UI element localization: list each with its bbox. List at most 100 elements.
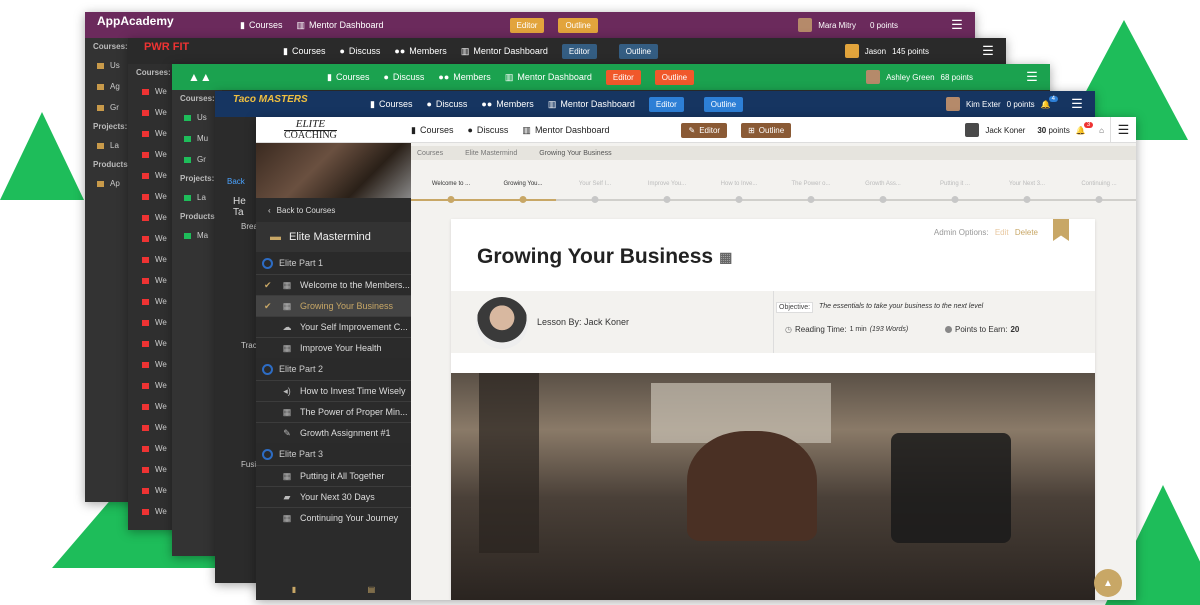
- bookmark-icon[interactable]: [1053, 219, 1069, 241]
- step-label[interactable]: Your Next 3...: [1009, 181, 1045, 187]
- list-item[interactable]: We: [128, 480, 176, 501]
- step-dot[interactable]: [879, 196, 887, 203]
- list-item[interactable]: We: [128, 333, 176, 354]
- lesson-item[interactable]: ✔ ▦ Growing Your Business: [256, 295, 411, 316]
- delete-link[interactable]: Delete: [1015, 228, 1038, 237]
- nav-discuss[interactable]: ● Discuss: [467, 125, 508, 135]
- nav-mentor-dashboard[interactable]: ▥ Mentor Dashboard: [505, 72, 592, 83]
- outline-button[interactable]: ⊞ Outline: [741, 122, 792, 138]
- nav-members[interactable]: ●● Members: [394, 46, 446, 56]
- lesson-item[interactable]: ▦ Putting it All Together: [256, 465, 411, 486]
- section-header[interactable]: Elite Part 2: [256, 358, 411, 380]
- logo[interactable]: Taco MASTERS: [233, 94, 308, 105]
- menu-icon[interactable]: ☰: [1064, 91, 1090, 117]
- step-dot[interactable]: [663, 196, 671, 203]
- list-item[interactable]: We: [128, 312, 176, 333]
- breadcrumb-item[interactable]: Elite Mastermind: [465, 150, 517, 157]
- step-dot[interactable]: [1023, 196, 1031, 203]
- avatar[interactable]: [798, 18, 813, 32]
- nav-courses[interactable]: ▮ Courses: [411, 125, 453, 136]
- nav-courses[interactable]: ▮ Courses: [283, 46, 325, 57]
- step-dot[interactable]: [807, 196, 815, 203]
- nav-mentor-dashboard[interactable]: ▥ Mentor Dashboard: [548, 99, 635, 110]
- lesson-item[interactable]: ✎ Growth Assignment #1: [256, 422, 411, 443]
- nav-members[interactable]: ●● Members: [438, 72, 490, 82]
- nav-members[interactable]: ●● Members: [481, 99, 533, 109]
- list-item[interactable]: We: [128, 291, 176, 312]
- list-item[interactable]: We: [128, 144, 176, 165]
- step-dot[interactable]: [1095, 196, 1103, 203]
- list-item[interactable]: We: [128, 417, 176, 438]
- nav-courses[interactable]: ▮ Courses: [240, 20, 282, 31]
- menu-icon[interactable]: ☰: [944, 12, 970, 38]
- step-dot[interactable]: [519, 196, 527, 203]
- nav-mentor-dashboard[interactable]: ▥ Mentor Dashboard: [296, 20, 383, 31]
- step-label[interactable]: Growth Ass...: [865, 181, 901, 187]
- avatar[interactable]: [844, 44, 859, 58]
- back-to-courses[interactable]: ‹ Back to Courses: [256, 198, 411, 222]
- lesson-item[interactable]: ▦ Continuing Your Journey: [256, 507, 411, 528]
- list-item[interactable]: We: [128, 102, 176, 123]
- outline-button[interactable]: Outline: [703, 96, 744, 112]
- nav-courses[interactable]: ▮ Courses: [370, 99, 412, 110]
- list-item[interactable]: We: [128, 396, 176, 417]
- nav-discuss[interactable]: ● Discuss: [339, 46, 380, 56]
- step-label[interactable]: Putting it ...: [940, 181, 970, 187]
- nav-courses[interactable]: ▮ Courses: [327, 72, 369, 83]
- outline-button[interactable]: Outline: [654, 69, 695, 85]
- editor-button[interactable]: Editor: [605, 69, 641, 85]
- step-label[interactable]: Welcome to ...: [432, 181, 470, 187]
- step-dot[interactable]: [447, 196, 455, 203]
- editor-button[interactable]: Editor: [648, 96, 684, 112]
- step-label[interactable]: Growing You...: [503, 181, 542, 187]
- lesson-item[interactable]: ☁ Your Self Improvement C...: [256, 316, 411, 337]
- list-item[interactable]: We: [128, 438, 176, 459]
- step-dot[interactable]: [591, 196, 599, 203]
- editor-button[interactable]: Editor: [561, 43, 597, 59]
- inbox-icon[interactable]: ⌂: [1099, 126, 1104, 135]
- back-link[interactable]: Back: [215, 117, 259, 186]
- list-item[interactable]: We: [128, 459, 176, 480]
- section-header[interactable]: Elite Part 1: [256, 252, 411, 274]
- step-dot[interactable]: [951, 196, 959, 203]
- edit-link[interactable]: Edit: [995, 228, 1009, 237]
- notes-icon[interactable]: ▤: [368, 585, 376, 594]
- scroll-top-button[interactable]: ▲: [1094, 569, 1122, 597]
- menu-icon[interactable]: ☰: [1019, 64, 1045, 90]
- list-item[interactable]: We: [128, 375, 176, 396]
- lesson-item[interactable]: ▰ Your Next 30 Days: [256, 486, 411, 507]
- step-label[interactable]: Continuing ...: [1081, 181, 1116, 187]
- nav-mentor-dashboard[interactable]: ▥ Mentor Dashboard: [522, 125, 609, 136]
- logo[interactable]: ELITE COACHING: [284, 119, 337, 141]
- menu-icon[interactable]: ☰: [975, 38, 1001, 64]
- menu-icon[interactable]: ☰: [1110, 117, 1136, 143]
- step-label[interactable]: Improve You...: [648, 181, 686, 187]
- outline-button[interactable]: Outline: [558, 17, 598, 33]
- nav-discuss[interactable]: ● Discuss: [426, 99, 467, 109]
- lesson-item[interactable]: ▦ The Power of Proper Min...: [256, 401, 411, 422]
- logo[interactable]: PWR FIT: [144, 41, 189, 53]
- list-item[interactable]: We: [128, 249, 176, 270]
- nav-discuss[interactable]: ● Discuss: [383, 72, 424, 82]
- list-item[interactable]: We: [128, 207, 176, 228]
- list-item[interactable]: We: [128, 186, 176, 207]
- list-item[interactable]: We: [128, 165, 176, 186]
- list-item[interactable]: We: [128, 123, 176, 144]
- editor-button[interactable]: Editor: [509, 17, 545, 33]
- step-label[interactable]: Your Self I...: [579, 181, 611, 187]
- lesson-video[interactable]: [451, 373, 1095, 600]
- bookmark-icon[interactable]: ▮: [292, 585, 296, 594]
- section-header[interactable]: Elite Part 3: [256, 443, 411, 465]
- avatar[interactable]: [945, 97, 960, 111]
- list-item[interactable]: We: [128, 354, 176, 375]
- editor-button[interactable]: ✎ Editor: [681, 122, 728, 138]
- step-label[interactable]: How to Inve...: [721, 181, 758, 187]
- lesson-item[interactable]: ▦ Improve Your Health: [256, 337, 411, 358]
- outline-button[interactable]: Outline: [618, 43, 659, 59]
- list-item[interactable]: We: [128, 81, 176, 102]
- list-item[interactable]: We: [128, 228, 176, 249]
- lesson-item[interactable]: ◂) How to Invest Time Wisely: [256, 380, 411, 401]
- avatar[interactable]: [965, 123, 980, 137]
- nav-mentor-dashboard[interactable]: ▥ Mentor Dashboard: [461, 46, 548, 57]
- step-dot[interactable]: [735, 196, 743, 203]
